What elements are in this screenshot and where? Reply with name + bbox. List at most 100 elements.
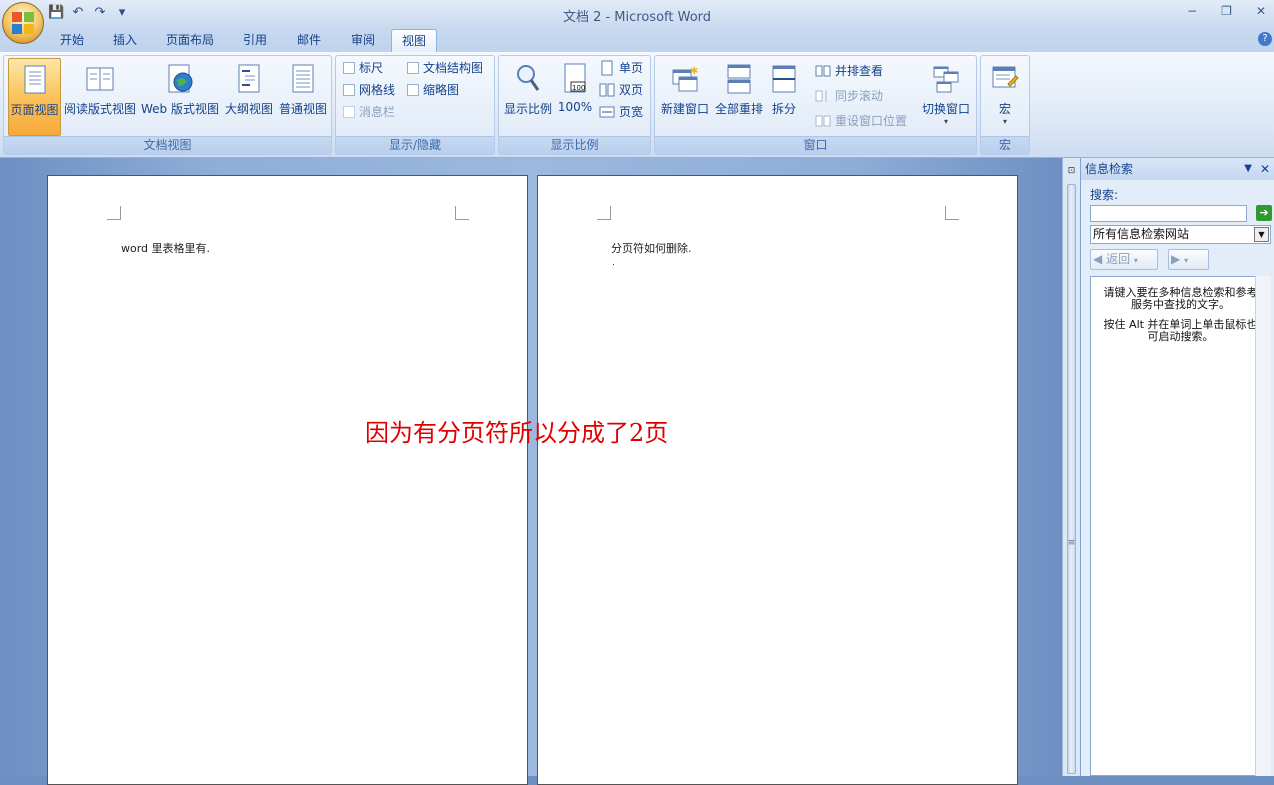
draft-view-button[interactable]: 普通视图 [276, 58, 330, 136]
reading-layout-label: 阅读版式视图 [63, 102, 136, 116]
svg-text:✱: ✱ [690, 66, 698, 77]
save-icon[interactable]: 💾 [48, 5, 64, 21]
checkbox-icon [343, 106, 355, 118]
message-bar-checkbox[interactable]: 消息栏 [343, 102, 395, 122]
close-button[interactable]: ✕ [1256, 4, 1266, 18]
document-map-label: 文档结构图 [423, 61, 484, 75]
margin-corner [597, 206, 611, 220]
zoom-button[interactable]: 显示比例 [502, 58, 554, 136]
sync-scroll-icon [815, 90, 827, 102]
one-page-button[interactable]: 单页 [599, 58, 643, 78]
research-source-select[interactable]: 所有信息检索网站 ▼ [1090, 225, 1271, 244]
page-2-text[interactable]: 分页符如何删除. [611, 240, 692, 256]
chevron-down-icon[interactable]: ▼ [1254, 227, 1269, 242]
page-1[interactable]: word 里表格里有. [47, 175, 528, 785]
research-hint-2: 按住 Alt 并在单词上单击鼠标也可启动搜索。 [1103, 318, 1258, 343]
new-window-icon: ✱ [672, 66, 698, 92]
zoom-label: 显示比例 [503, 102, 552, 116]
sync-scroll-label: 同步滚动 [835, 89, 884, 103]
group-window: ✱ 新建窗口 全部重排 拆分 并排查看 同步滚动 重设窗口位置 切换窗口 ▾ 窗… [654, 55, 977, 155]
search-label: 搜索: [1090, 188, 1119, 202]
split-label: 拆分 [771, 102, 796, 116]
tab-home[interactable]: 开始 [52, 29, 92, 52]
thumbnails-label: 缩略图 [423, 83, 460, 97]
ruler-checkbox[interactable]: 标尺 [343, 58, 383, 78]
synchronous-scrolling-button[interactable]: 同步滚动 [815, 86, 883, 106]
web-layout-label: Web 版式视图 [141, 102, 219, 116]
tab-insert[interactable]: 插入 [104, 29, 146, 52]
pane-menu-icon[interactable]: ▼ [1244, 158, 1252, 180]
split-button[interactable]: 拆分 [766, 58, 802, 136]
arrange-all-icon [727, 64, 751, 94]
group-label-show-hide: 显示/隐藏 [336, 136, 494, 154]
scrollbar-thumb[interactable] [1067, 184, 1076, 774]
office-button[interactable] [2, 2, 44, 44]
start-search-icon[interactable]: ➔ [1256, 205, 1272, 221]
forward-arrow-icon: ▶ [1171, 252, 1181, 266]
back-label: 返回 [1106, 252, 1131, 266]
page-1-text[interactable]: word 里表格里有. [121, 240, 210, 256]
view-side-by-side-button[interactable]: 并排查看 [815, 61, 883, 81]
full-screen-reading-button[interactable]: 阅读版式视图 [62, 58, 138, 136]
vertical-scrollbar[interactable]: ⊡ ≡ [1062, 158, 1080, 776]
macros-label: 宏 [998, 102, 1011, 116]
page-width-button[interactable]: 页宽 [599, 102, 643, 122]
research-pane-header: 信息检索 ▼ ✕ [1081, 158, 1274, 180]
results-scrollbar[interactable] [1255, 276, 1271, 776]
print-layout-button[interactable]: 页面视图 [8, 58, 61, 136]
macros-button[interactable]: 宏 ▾ [984, 58, 1026, 136]
switch-windows-button[interactable]: 切换窗口 ▾ [919, 58, 973, 136]
back-button[interactable]: ◀ 返回 ▾ [1090, 249, 1158, 270]
web-layout-button[interactable]: Web 版式视图 [138, 58, 222, 136]
new-window-label: 新建窗口 [660, 102, 709, 116]
tab-page-layout[interactable]: 页面布局 [158, 29, 222, 52]
gridlines-checkbox[interactable]: 网格线 [343, 80, 395, 100]
customize-qat-icon[interactable]: ▾ [114, 5, 130, 21]
ruler-toggle-icon[interactable]: ⊡ [1065, 166, 1078, 179]
minimize-button[interactable]: − [1187, 4, 1197, 18]
outline-view-button[interactable]: 大纲视图 [222, 58, 276, 136]
forward-button[interactable]: ▶ ▾ [1168, 249, 1209, 270]
zoom-100-button[interactable]: 100 100% [555, 58, 595, 136]
window-title: 文档 2 - Microsoft Word [562, 10, 712, 25]
thumbnails-checkbox[interactable]: 缩略图 [407, 80, 459, 100]
one-page-icon [601, 60, 613, 76]
quick-access-toolbar: 💾 ↶ ↷ ▾ [48, 4, 130, 22]
grip-icon: ≡ [1067, 538, 1076, 548]
new-window-button[interactable]: ✱ 新建窗口 [658, 58, 712, 136]
dropdown-arrow-icon: ▾ [943, 117, 948, 126]
page-2[interactable]: 分页符如何删除. . [537, 175, 1018, 785]
checkbox-icon [343, 84, 355, 96]
tab-view[interactable]: 视图 [391, 29, 437, 52]
two-pages-icon [599, 83, 615, 97]
gridlines-label: 网格线 [359, 83, 396, 97]
office-logo-icon [12, 12, 34, 34]
ribbon: 页面视图 阅读版式视图 Web 版式视图 大纲视图 普通视图 文档视图 标尺 网… [0, 52, 1274, 158]
one-page-label: 单页 [619, 61, 644, 75]
group-show-hide: 标尺 网格线 消息栏 文档结构图 缩略图 显示/隐藏 [335, 55, 495, 155]
checkbox-icon [407, 62, 419, 74]
close-icon[interactable]: ✕ [1260, 158, 1270, 180]
arrange-all-label: 全部重排 [714, 102, 763, 116]
back-arrow-icon: ◀ [1093, 252, 1103, 266]
undo-icon[interactable]: ↶ [70, 5, 86, 21]
two-pages-button[interactable]: 双页 [599, 80, 643, 100]
arrange-all-button[interactable]: 全部重排 [713, 58, 765, 136]
restore-button[interactable]: ❐ [1221, 4, 1232, 18]
document-map-checkbox[interactable]: 文档结构图 [407, 58, 483, 78]
tab-mailings[interactable]: 邮件 [288, 29, 330, 52]
tab-references[interactable]: 引用 [234, 29, 276, 52]
group-document-views: 页面视图 阅读版式视图 Web 版式视图 大纲视图 普通视图 文档视图 [3, 55, 332, 155]
two-pages-label: 双页 [619, 83, 644, 97]
reading-layout-icon [86, 67, 114, 91]
web-layout-icon [168, 64, 193, 93]
reset-window-position-button[interactable]: 重设窗口位置 [815, 111, 907, 131]
redo-icon[interactable]: ↷ [92, 5, 108, 21]
tab-review[interactable]: 审阅 [342, 29, 384, 52]
document-area[interactable]: word 里表格里有. 分页符如何删除. . [0, 158, 1062, 785]
help-icon[interactable]: ? [1258, 32, 1272, 46]
macros-icon [992, 66, 1019, 88]
magnifier-icon [517, 65, 540, 91]
print-layout-icon [24, 65, 45, 94]
search-input[interactable] [1090, 205, 1247, 222]
